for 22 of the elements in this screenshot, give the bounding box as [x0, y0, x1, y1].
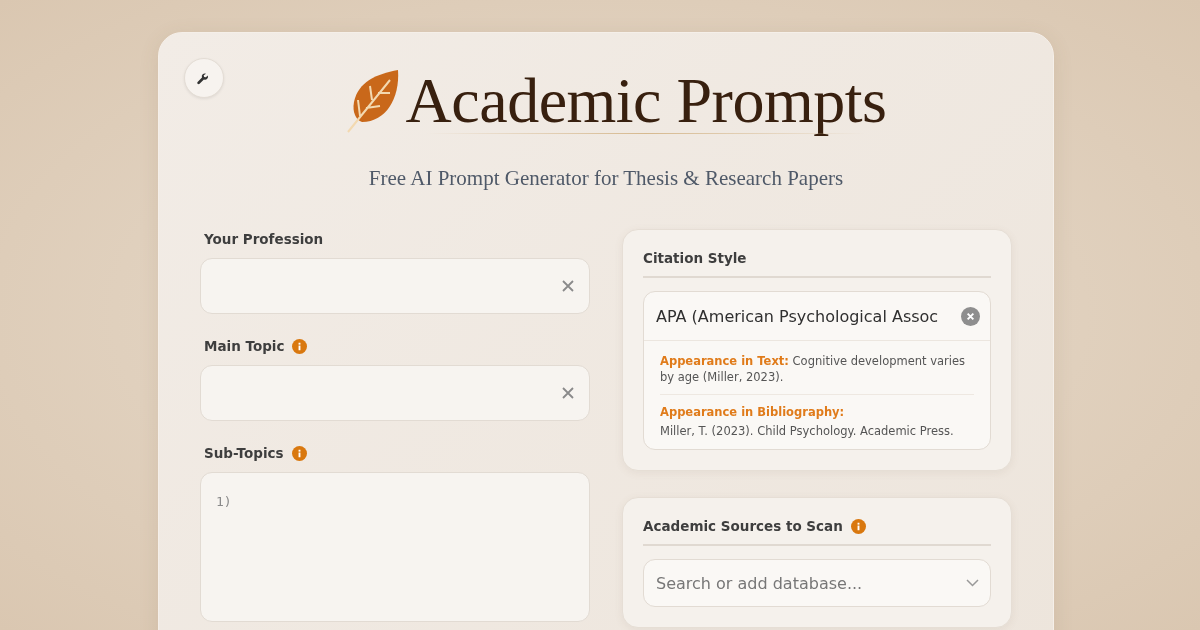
section-label: Citation Style — [643, 250, 747, 266]
info-icon[interactable] — [292, 338, 308, 354]
field-label: Main Topic — [204, 338, 285, 354]
section-label: Academic Sources to Scan — [643, 518, 843, 534]
database-search-field[interactable]: Search or add database... — [643, 559, 991, 607]
clear-icon[interactable] — [562, 280, 574, 292]
example-label: Appearance in Bibliography: — [660, 405, 846, 419]
clear-icon[interactable] — [562, 387, 574, 399]
clear-icon[interactable] — [961, 306, 980, 326]
chevron-down-icon[interactable] — [966, 579, 979, 587]
info-icon[interactable] — [291, 445, 307, 461]
citation-example: Appearance in Text: Cognitive development varies by age (Miller, 2023). — [660, 353, 967, 385]
citation-example: Miller, T. (2023). Child Psychology. Academic Press. — [660, 423, 955, 439]
citation-select[interactable]: APA (American Psychological Assoc Appearance in Text: Cognitive development varies by age (Miller, 2023). Appearance in Bibliography: Miller, T. (2023). Child Psychology. Academic Press. — [643, 291, 991, 450]
subtitle: Free AI Prompt Generator for Thesis & Research Papers — [368, 166, 844, 191]
site-title: Academic Prompts — [405, 65, 887, 137]
text-field[interactable] — [200, 365, 590, 421]
info-icon[interactable] — [850, 518, 866, 534]
field-label: Your Profession — [204, 231, 324, 247]
field-label: Sub-Topics — [204, 445, 284, 461]
settings-button[interactable] — [184, 58, 224, 98]
text-field[interactable] — [200, 258, 590, 314]
